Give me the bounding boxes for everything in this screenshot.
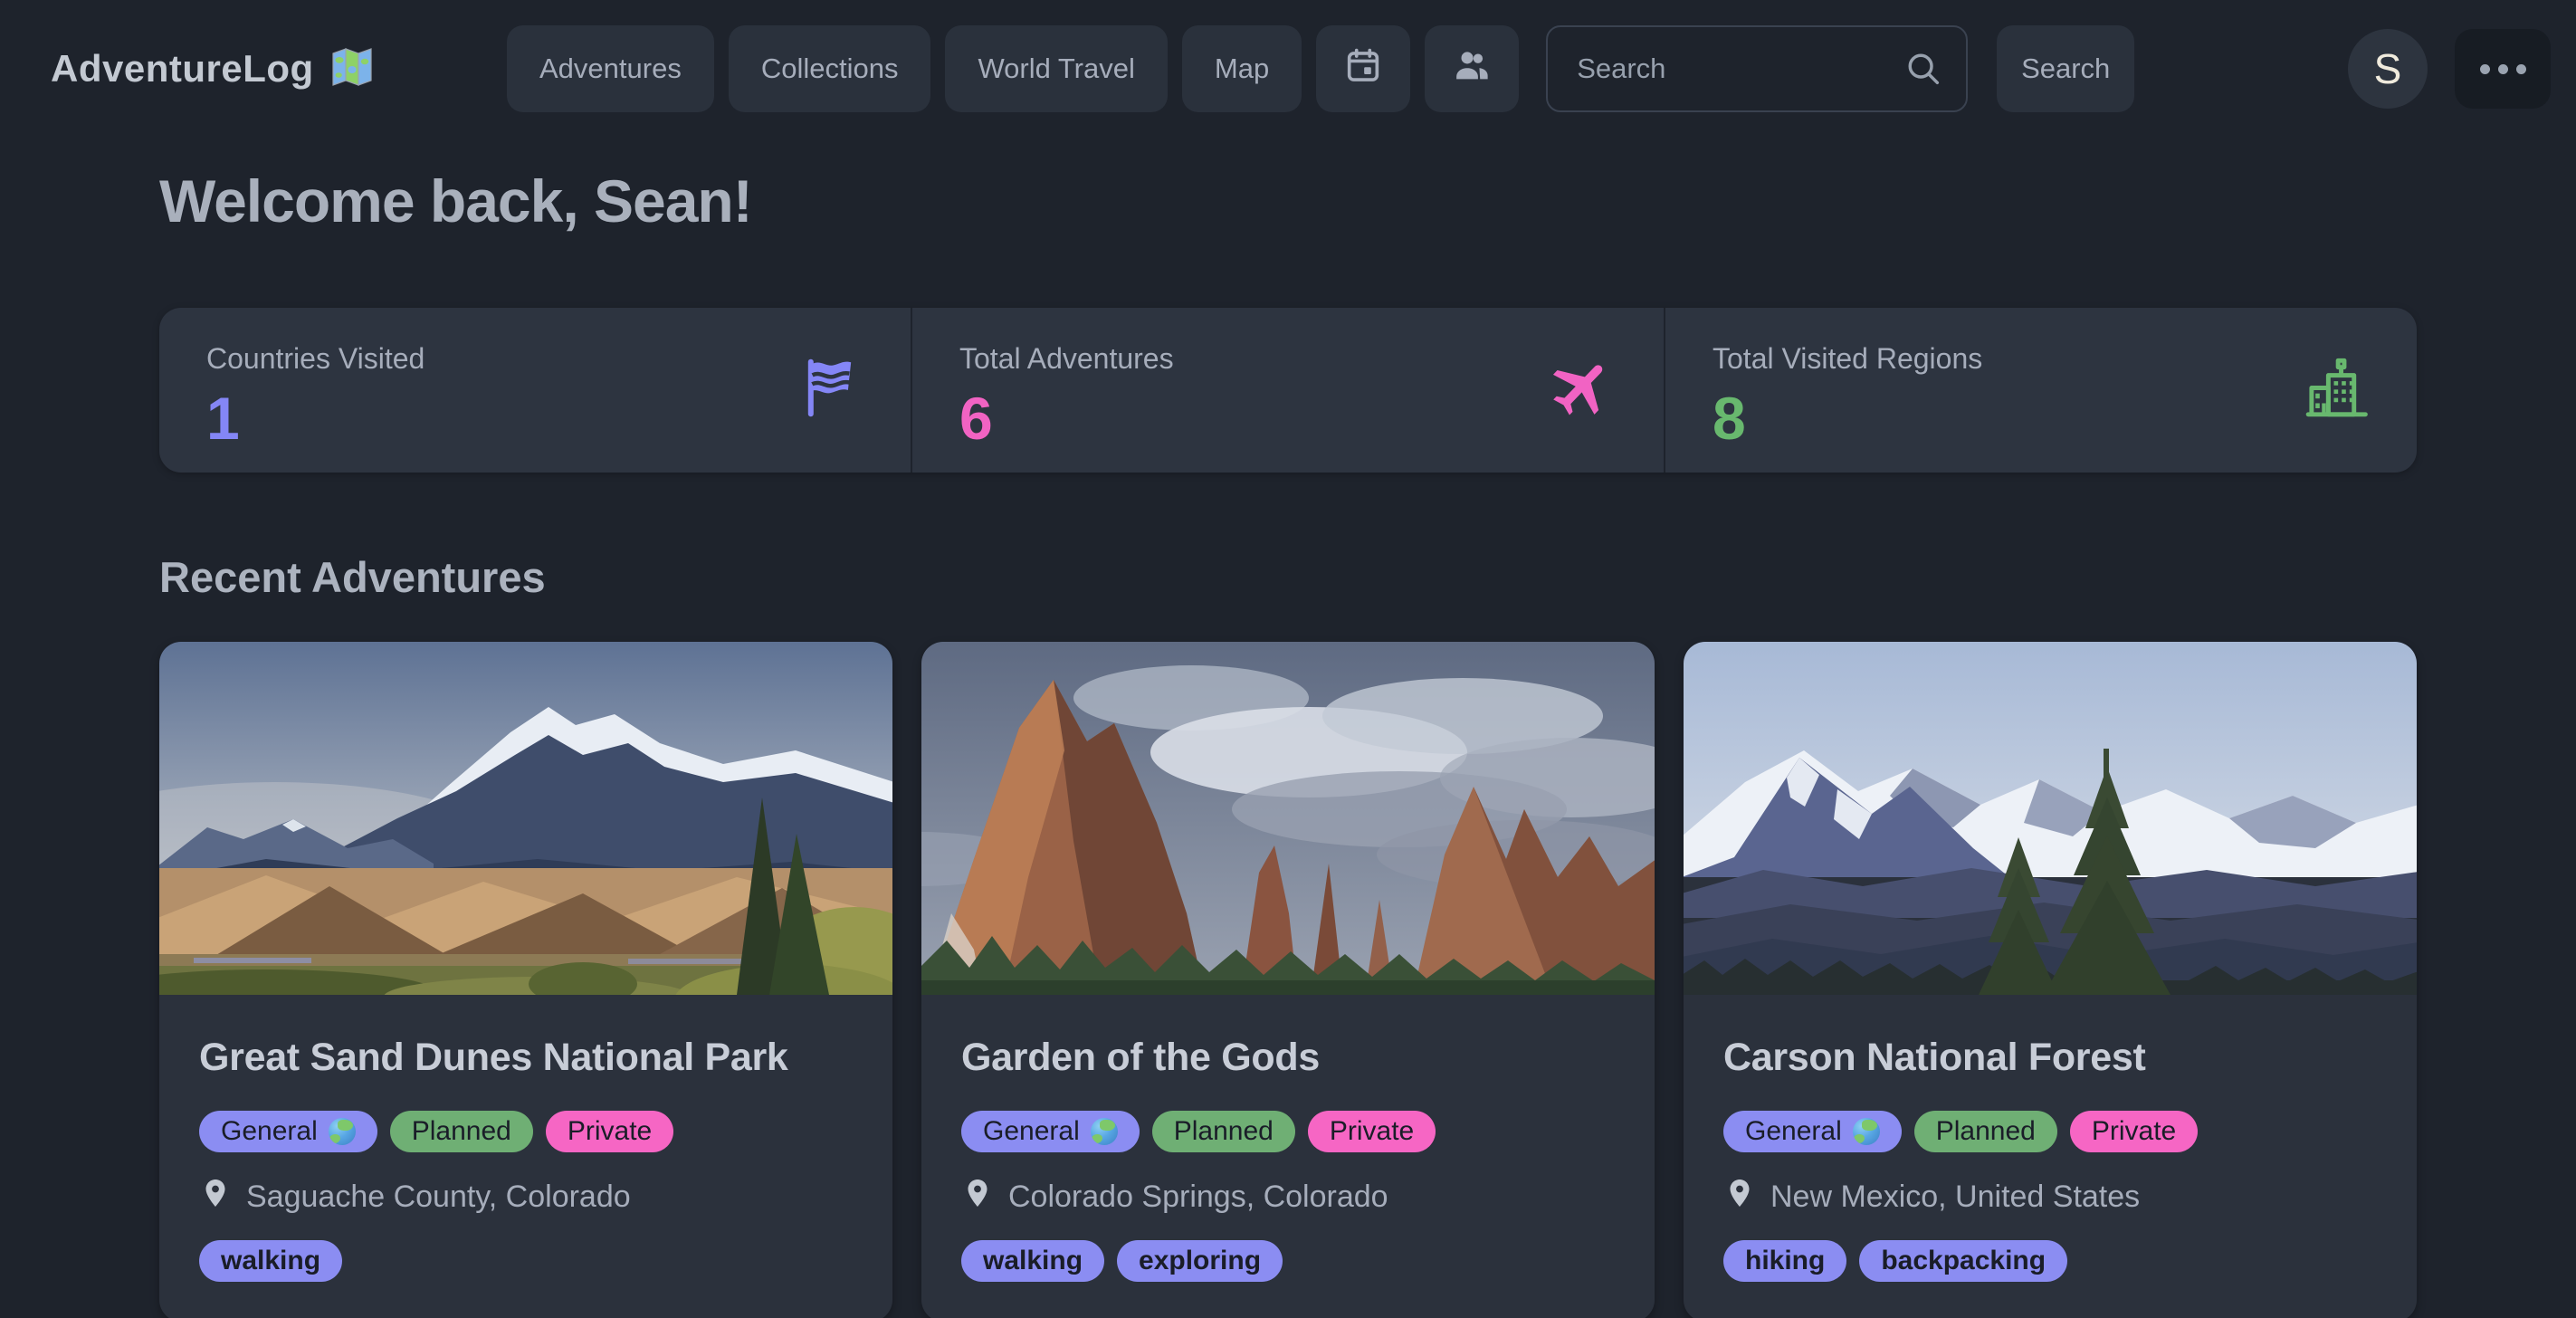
visibility-badge: Private bbox=[1308, 1111, 1436, 1152]
avatar[interactable]: S bbox=[2348, 29, 2428, 109]
users-icon bbox=[1451, 44, 1493, 93]
users-button[interactable] bbox=[1425, 25, 1519, 112]
welcome-heading: Welcome back, Sean! bbox=[159, 167, 2417, 235]
app-title: AdventureLog bbox=[51, 47, 314, 91]
category-badge: General bbox=[199, 1111, 377, 1152]
stat-total-visited-regions: Total Visited Regions 8 bbox=[1664, 308, 2417, 473]
card-body: Great Sand Dunes National Park General P… bbox=[159, 995, 892, 1318]
stats-panel: Countries Visited 1 Total Adventures 6 bbox=[159, 308, 2417, 473]
visibility-badge: Private bbox=[546, 1111, 673, 1152]
adventurelog-dashboard: AdventureLog Adventures Collections Worl… bbox=[0, 0, 2576, 1318]
search-field-wrapper bbox=[1546, 25, 1968, 112]
location-text: Saguache County, Colorado bbox=[246, 1180, 631, 1215]
location-text: New Mexico, United States bbox=[1770, 1180, 2140, 1215]
nav-menu: Adventures Collections World Travel Map bbox=[507, 0, 2134, 138]
location-text: Colorado Springs, Colorado bbox=[1008, 1180, 1388, 1215]
map-icon bbox=[330, 45, 374, 93]
adventure-title: Carson National Forest bbox=[1723, 1027, 2377, 1087]
earth-icon bbox=[1853, 1118, 1880, 1145]
search-button[interactable]: Search bbox=[1997, 25, 2134, 112]
location-row: Saguache County, Colorado bbox=[199, 1174, 853, 1220]
location-row: Colorado Springs, Colorado bbox=[961, 1174, 1615, 1220]
stat-value: 1 bbox=[206, 388, 863, 448]
stat-value: 6 bbox=[959, 388, 1617, 448]
stat-total-adventures: Total Adventures 6 bbox=[911, 308, 1664, 473]
nav-right: S bbox=[2348, 0, 2551, 138]
adventure-card-garden-of-the-gods[interactable]: Garden of the Gods General Planned Priva… bbox=[921, 642, 1655, 1318]
earth-icon bbox=[329, 1118, 356, 1145]
search-icon bbox=[1903, 48, 1944, 94]
location-row: New Mexico, United States bbox=[1723, 1174, 2377, 1220]
tag-row: walking exploring bbox=[961, 1240, 1615, 1282]
plane-icon bbox=[1548, 354, 1617, 427]
dashboard-main: Welcome back, Sean! Countries Visited 1 … bbox=[0, 167, 2576, 1318]
calendar-button[interactable] bbox=[1316, 25, 1410, 112]
flag-icon bbox=[798, 356, 863, 425]
stat-value: 8 bbox=[1713, 388, 2370, 448]
map-pin-icon bbox=[1723, 1174, 1756, 1220]
city-icon bbox=[2303, 355, 2370, 426]
nav-collections-button[interactable]: Collections bbox=[729, 25, 931, 112]
more-menu-button[interactable] bbox=[2455, 29, 2551, 109]
activity-tag: walking bbox=[199, 1240, 342, 1282]
nav-map-button[interactable]: Map bbox=[1182, 25, 1302, 112]
stat-label: Countries Visited bbox=[206, 342, 863, 376]
calendar-icon bbox=[1342, 44, 1384, 93]
category-badge: General bbox=[961, 1111, 1140, 1152]
stat-label: Total Visited Regions bbox=[1713, 342, 2370, 376]
adventure-title: Garden of the Gods bbox=[961, 1027, 1615, 1087]
adventure-title: Great Sand Dunes National Park bbox=[199, 1027, 853, 1087]
navbar: AdventureLog Adventures Collections Worl… bbox=[0, 0, 2576, 138]
adventure-image-red-rocks bbox=[921, 642, 1655, 995]
category-badge: General bbox=[1723, 1111, 1902, 1152]
map-pin-icon bbox=[961, 1174, 994, 1220]
adventure-image-sand-dunes bbox=[159, 642, 892, 995]
stat-label: Total Adventures bbox=[959, 342, 1617, 376]
app-logo[interactable]: AdventureLog bbox=[51, 0, 374, 138]
nav-world-travel-button[interactable]: World Travel bbox=[945, 25, 1167, 112]
activity-tag: hiking bbox=[1723, 1240, 1846, 1282]
activity-tag: backpacking bbox=[1859, 1240, 2067, 1282]
tag-row: walking bbox=[199, 1240, 853, 1282]
activity-tag: walking bbox=[961, 1240, 1104, 1282]
visibility-badge: Private bbox=[2070, 1111, 2198, 1152]
status-badge: Planned bbox=[1914, 1111, 2057, 1152]
map-pin-icon bbox=[199, 1174, 232, 1220]
card-body: Carson National Forest General Planned P… bbox=[1684, 995, 2417, 1318]
activity-tag: exploring bbox=[1117, 1240, 1283, 1282]
card-body: Garden of the Gods General Planned Priva… bbox=[921, 995, 1655, 1318]
ellipsis-icon bbox=[2480, 64, 2526, 74]
badge-row: General Planned Private bbox=[1723, 1111, 2377, 1152]
adventure-grid: Great Sand Dunes National Park General P… bbox=[159, 642, 2417, 1318]
status-badge: Planned bbox=[390, 1111, 533, 1152]
adventure-card-carson-national-forest[interactable]: Carson National Forest General Planned P… bbox=[1684, 642, 2417, 1318]
adventure-card-great-sand-dunes[interactable]: Great Sand Dunes National Park General P… bbox=[159, 642, 892, 1318]
tag-row: hiking backpacking bbox=[1723, 1240, 2377, 1282]
nav-adventures-button[interactable]: Adventures bbox=[507, 25, 714, 112]
status-badge: Planned bbox=[1152, 1111, 1295, 1152]
recent-adventures-heading: Recent Adventures bbox=[159, 552, 2417, 602]
badge-row: General Planned Private bbox=[199, 1111, 853, 1152]
adventure-image-snowy-mountains bbox=[1684, 642, 2417, 995]
earth-icon bbox=[1091, 1118, 1118, 1145]
badge-row: General Planned Private bbox=[961, 1111, 1615, 1152]
stat-countries-visited: Countries Visited 1 bbox=[159, 308, 911, 473]
